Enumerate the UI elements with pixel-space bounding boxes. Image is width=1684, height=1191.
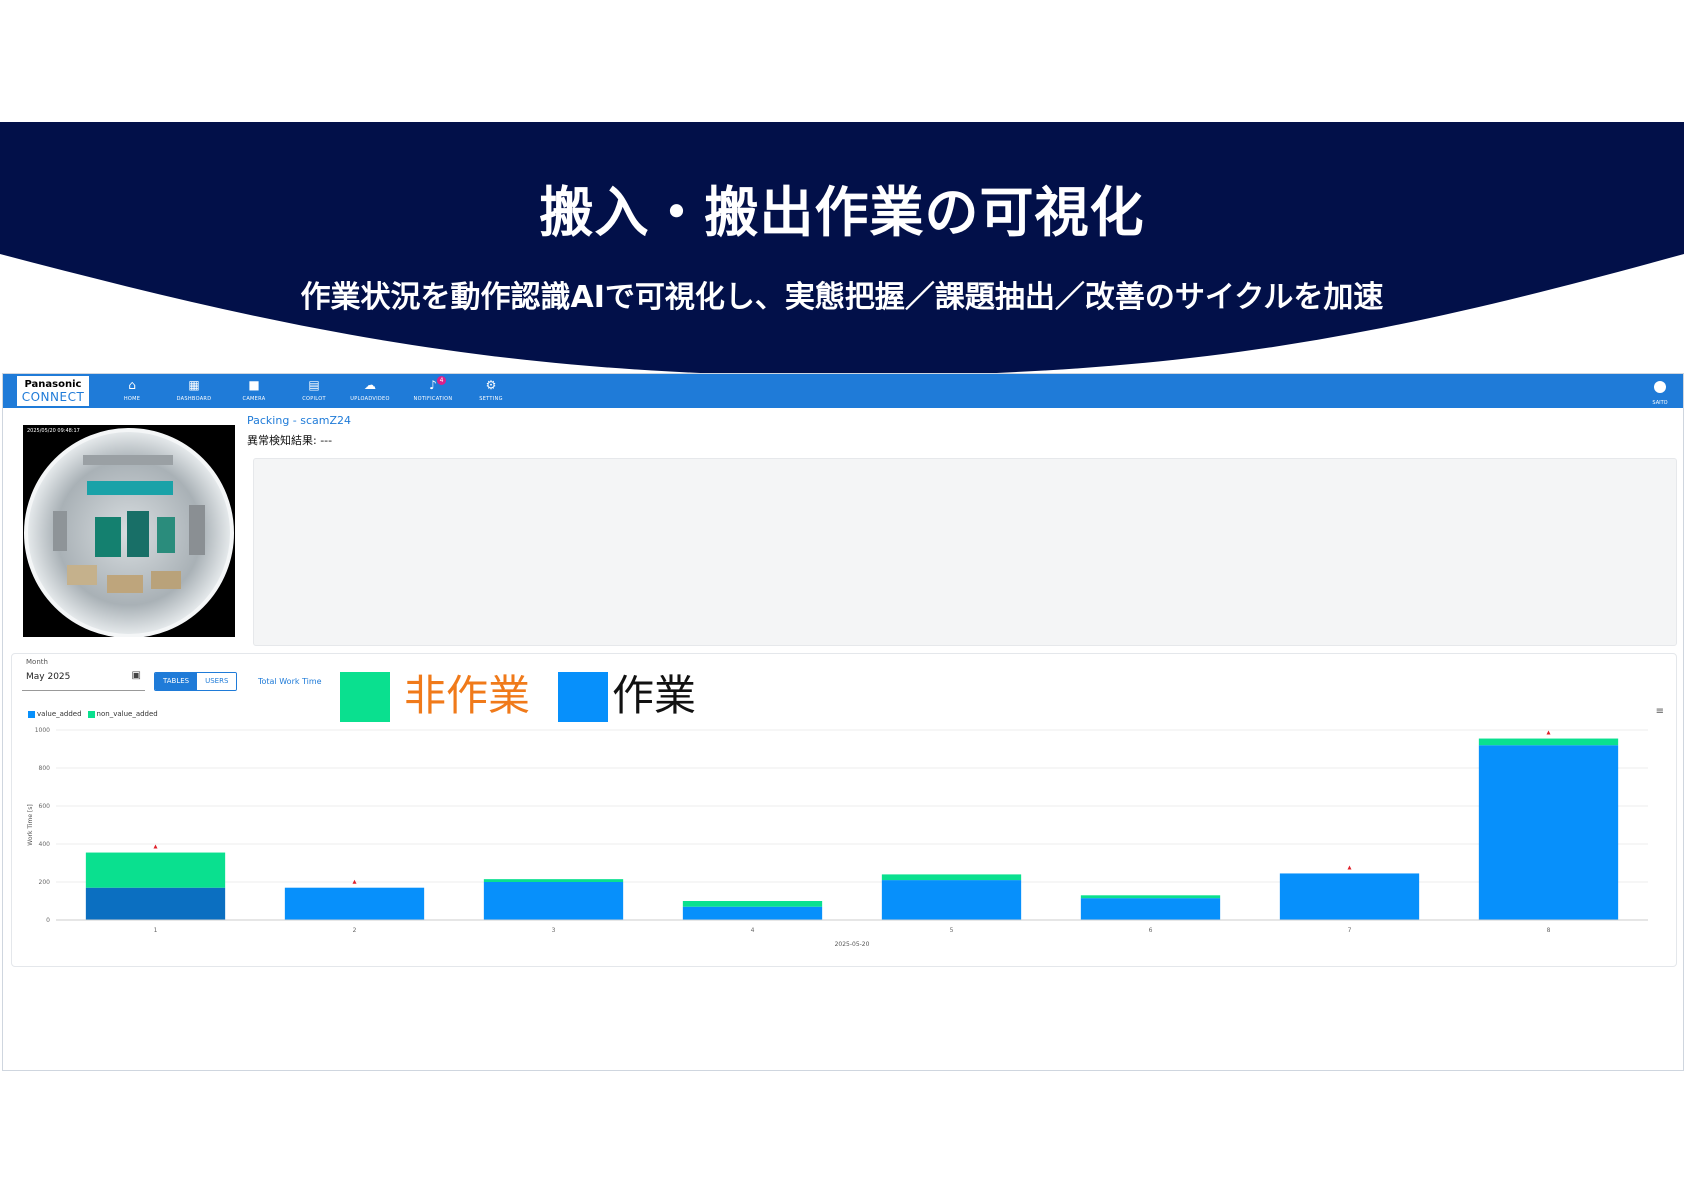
bar-non-value-added — [881, 874, 1022, 881]
month-value: May 2025 — [26, 672, 71, 682]
work-label: 作業 — [612, 671, 697, 720]
notification-badge: 4 — [437, 376, 446, 385]
nav-notification[interactable]: ♪ 4 NOTIFICATION — [405, 376, 461, 403]
y-axis-label: Work Time [s] — [27, 804, 34, 846]
work-time-chart: 1000 800 600 400 200 0 Work Time [s] 1 2 3 4 5 6 7 8 20… — [27, 727, 1648, 948]
anomaly-marker — [1546, 730, 1551, 735]
nav-notification-label: NOTIFICATION — [413, 396, 453, 402]
y-tick-label: 400 — [39, 841, 51, 848]
logo-line1: Panasonic — [24, 379, 82, 390]
bar-value-added — [881, 880, 1022, 920]
y-tick-label: 1000 — [35, 727, 50, 734]
panasonic-connect-logo[interactable]: Panasonic CONNECT — [17, 376, 89, 406]
bar-non-value-added — [1080, 895, 1221, 899]
view-toggle: TABLES USERS — [154, 672, 238, 691]
title-banner — [0, 122, 1684, 376]
toggle-users[interactable]: USERS — [197, 673, 237, 690]
non-work-label: 非作業 — [404, 671, 531, 720]
calendar-icon[interactable]: ▣ — [132, 670, 141, 681]
x-tick-label: 4 — [751, 927, 755, 934]
bar-value-added — [85, 887, 226, 920]
legend-item-value-added[interactable]: value_added — [28, 710, 82, 718]
toggle-tables[interactable]: TABLES — [155, 673, 198, 690]
x-tick-label: 5 — [950, 927, 954, 934]
anomaly-result-label: 異常検知結果: --- — [247, 434, 333, 447]
anomaly-marker — [1347, 865, 1352, 870]
work-time-panel: Month May 2025 ▣ TABLES USERS Total Work… — [11, 653, 1677, 967]
nav-camera[interactable]: ■ CAMERA — [226, 378, 282, 403]
bar-non-value-added — [483, 879, 624, 882]
home-icon: ⌂ — [128, 378, 136, 392]
bar-value-added — [1279, 873, 1420, 920]
bar-value-added — [284, 887, 425, 920]
camera-timestamp: 2025/05/20 09:48:17 — [27, 428, 80, 434]
x-tick-label: 8 — [1547, 927, 1551, 934]
legend-label-value-added: value_added — [37, 710, 82, 718]
legend-item-non-value-added[interactable]: non_value_added — [87, 710, 158, 718]
bell-icon: ♪ — [429, 378, 437, 392]
nav-copilot-label: COPILOT — [302, 396, 326, 402]
gear-icon: ⚙ — [485, 378, 497, 392]
slide-subtitle: 作業状況を動作認識AIで可視化し、実態把握／課題抽出／改善のサイクルを加速 — [300, 280, 1384, 315]
non-work-swatch — [340, 672, 390, 722]
bar-non-value-added — [1478, 738, 1619, 746]
bar-value-added — [1080, 898, 1221, 920]
month-label: Month — [26, 658, 48, 666]
top-navbar: Panasonic CONNECT ⌂ HOME ▦ DASHBOARD ■ C… — [3, 374, 1683, 408]
nav-uploadvideo-label: UPLOADVIDEO — [350, 396, 390, 402]
y-tick-label: 600 — [39, 803, 51, 810]
month-picker[interactable]: Month May 2025 ▣ — [22, 656, 145, 691]
dashboard-icon: ▦ — [188, 378, 200, 392]
nav-dashboard[interactable]: ▦ DASHBOARD — [166, 378, 222, 403]
nav-home[interactable]: ⌂ HOME — [104, 378, 160, 403]
x-tick-label: 6 — [1149, 927, 1153, 934]
x-tick-label: 3 — [552, 927, 556, 934]
fisheye-camera-view[interactable]: 2025/05/20 09:48:17 — [23, 425, 235, 637]
y-tick-label: 800 — [39, 765, 51, 772]
user-name: SAITO — [1652, 400, 1668, 406]
x-tick-label: 7 — [1348, 927, 1352, 934]
user-menu[interactable]: SAITO — [1645, 378, 1675, 406]
user-avatar-icon — [1654, 381, 1666, 393]
legend-swatch-non-value-added — [87, 710, 95, 718]
bar-value-added — [1478, 745, 1619, 920]
x-tick-label: 1 — [154, 927, 158, 934]
legend-label-non-value-added: non_value_added — [96, 710, 158, 718]
app-window: Panasonic CONNECT ⌂ HOME ▦ DASHBOARD ■ C… — [2, 373, 1684, 1071]
work-swatch — [558, 672, 608, 722]
camera-icon: ■ — [248, 378, 260, 392]
x-tick-label: 2 — [353, 927, 357, 934]
bar-non-value-added — [682, 901, 823, 907]
nav-uploadvideo[interactable]: ☁ UPLOADVIDEO — [342, 378, 398, 403]
nav-setting[interactable]: ⚙ SETTING — [463, 378, 519, 403]
y-tick-label: 0 — [46, 917, 50, 924]
anomaly-result-area — [253, 458, 1677, 646]
nav-copilot[interactable]: ▤ COPILOT — [286, 378, 342, 403]
x-axis-label: 2025-05-20 — [835, 941, 870, 948]
anomaly-marker — [153, 844, 158, 849]
nav-camera-label: CAMERA — [242, 396, 266, 402]
bar-non-value-added — [85, 852, 226, 888]
bar-value-added — [483, 882, 624, 920]
chat-icon: ▤ — [308, 378, 320, 392]
y-tick-label: 200 — [39, 879, 51, 886]
logo-line2: CONNECT — [21, 390, 85, 404]
chart-legend: value_added non_value_added — [28, 710, 158, 718]
nav-setting-label: SETTING — [479, 396, 503, 402]
nav-home-label: HOME — [123, 396, 141, 402]
total-work-time-link[interactable]: Total Work Time — [258, 677, 322, 686]
cloud-upload-icon: ☁ — [364, 378, 376, 392]
slide-title: 搬入・搬出作業の可視化 — [539, 181, 1145, 244]
fisheye-camera-image — [24, 428, 234, 637]
camera-title[interactable]: Packing - scamZ24 — [247, 414, 351, 427]
legend-swatch-value-added — [28, 710, 35, 718]
nav-dashboard-label: DASHBOARD — [176, 396, 212, 402]
chart-menu-icon[interactable]: ≡ — [1656, 706, 1664, 717]
bar-value-added — [682, 906, 823, 920]
